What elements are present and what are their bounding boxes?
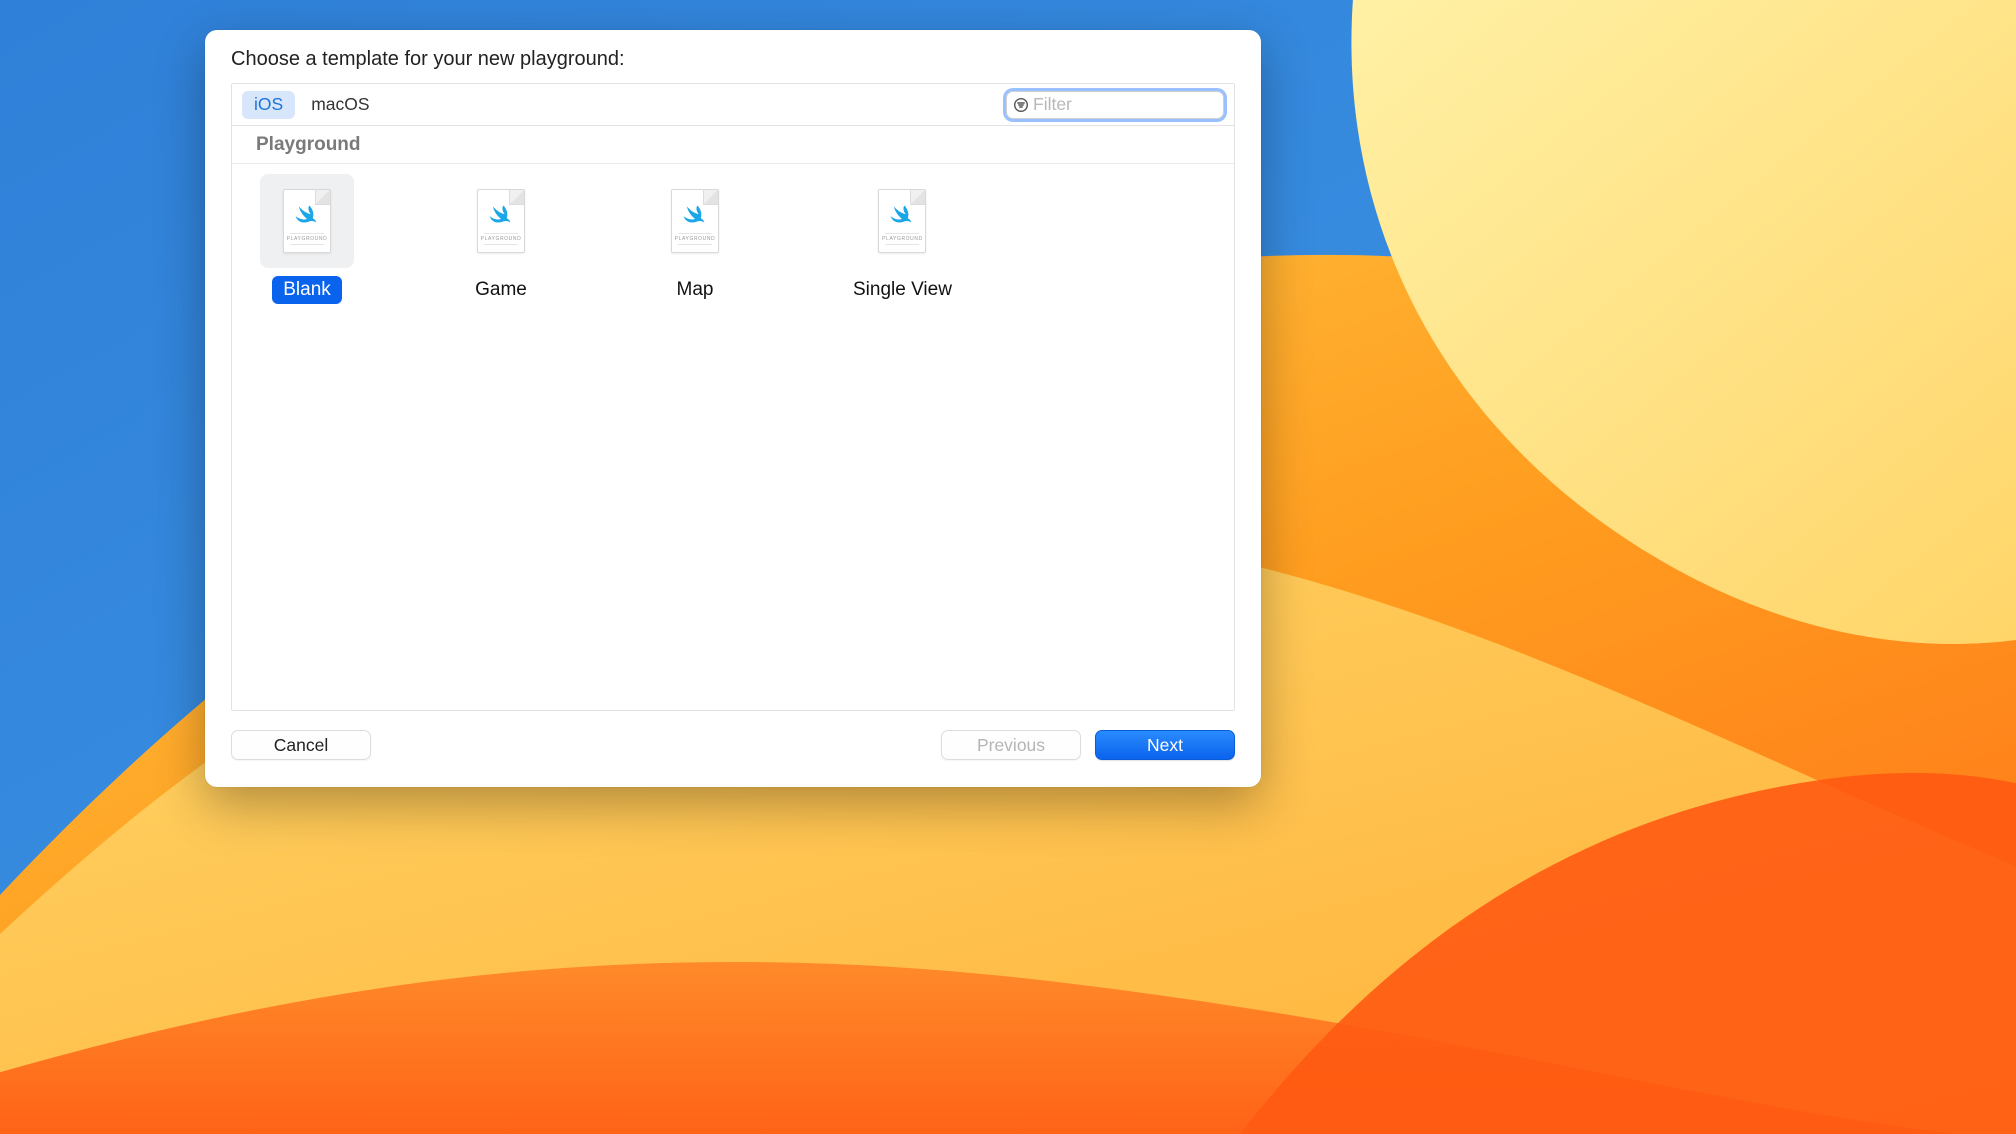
playground-document-icon: PLAYGROUND bbox=[878, 189, 926, 253]
template-item-blank[interactable]: PLAYGROUND Blank bbox=[260, 174, 354, 304]
doc-icon-label: PLAYGROUND bbox=[672, 231, 718, 247]
filter-icon bbox=[1013, 96, 1029, 114]
new-playground-sheet: Choose a template for your new playgroun… bbox=[205, 30, 1261, 787]
platform-tabs: iOS macOS bbox=[242, 91, 382, 119]
platform-tab-macos[interactable]: macOS bbox=[299, 91, 381, 119]
templates-area: PLAYGROUND Blank PLAYGROUND Game bbox=[232, 164, 1234, 710]
playground-document-icon: PLAYGROUND bbox=[477, 189, 525, 253]
playground-document-icon: PLAYGROUND bbox=[283, 189, 331, 253]
template-item-map[interactable]: PLAYGROUND Map bbox=[648, 174, 742, 304]
next-button[interactable]: Next bbox=[1095, 730, 1235, 760]
doc-icon-label: PLAYGROUND bbox=[284, 231, 330, 247]
template-label: Map bbox=[666, 276, 725, 304]
section-heading-playground: Playground bbox=[232, 126, 1234, 164]
template-icon-wrap: PLAYGROUND bbox=[648, 174, 742, 268]
template-panel: iOS macOS Playground PLAYGROUND bbox=[231, 83, 1235, 711]
templates-row: PLAYGROUND Blank PLAYGROUND Game bbox=[260, 174, 1206, 304]
template-icon-wrap: PLAYGROUND bbox=[454, 174, 548, 268]
sheet-title: Choose a template for your new playgroun… bbox=[231, 48, 1235, 71]
template-icon-wrap: PLAYGROUND bbox=[855, 174, 949, 268]
template-label: Single View bbox=[842, 276, 963, 304]
cancel-button[interactable]: Cancel bbox=[231, 730, 371, 760]
template-label: Game bbox=[464, 276, 538, 304]
template-icon-wrap: PLAYGROUND bbox=[260, 174, 354, 268]
sheet-buttons-row: Cancel Previous Next bbox=[231, 723, 1235, 767]
template-item-game[interactable]: PLAYGROUND Game bbox=[454, 174, 548, 304]
previous-button: Previous bbox=[941, 730, 1081, 760]
doc-icon-label: PLAYGROUND bbox=[478, 231, 524, 247]
panel-toolbar: iOS macOS bbox=[232, 84, 1234, 126]
platform-tab-ios[interactable]: iOS bbox=[242, 91, 295, 119]
filter-input[interactable] bbox=[1029, 94, 1235, 115]
playground-document-icon: PLAYGROUND bbox=[671, 189, 719, 253]
template-item-single-view[interactable]: PLAYGROUND Single View bbox=[842, 174, 963, 304]
doc-icon-label: PLAYGROUND bbox=[879, 231, 925, 247]
template-label: Blank bbox=[272, 276, 342, 304]
filter-field[interactable] bbox=[1006, 91, 1224, 119]
